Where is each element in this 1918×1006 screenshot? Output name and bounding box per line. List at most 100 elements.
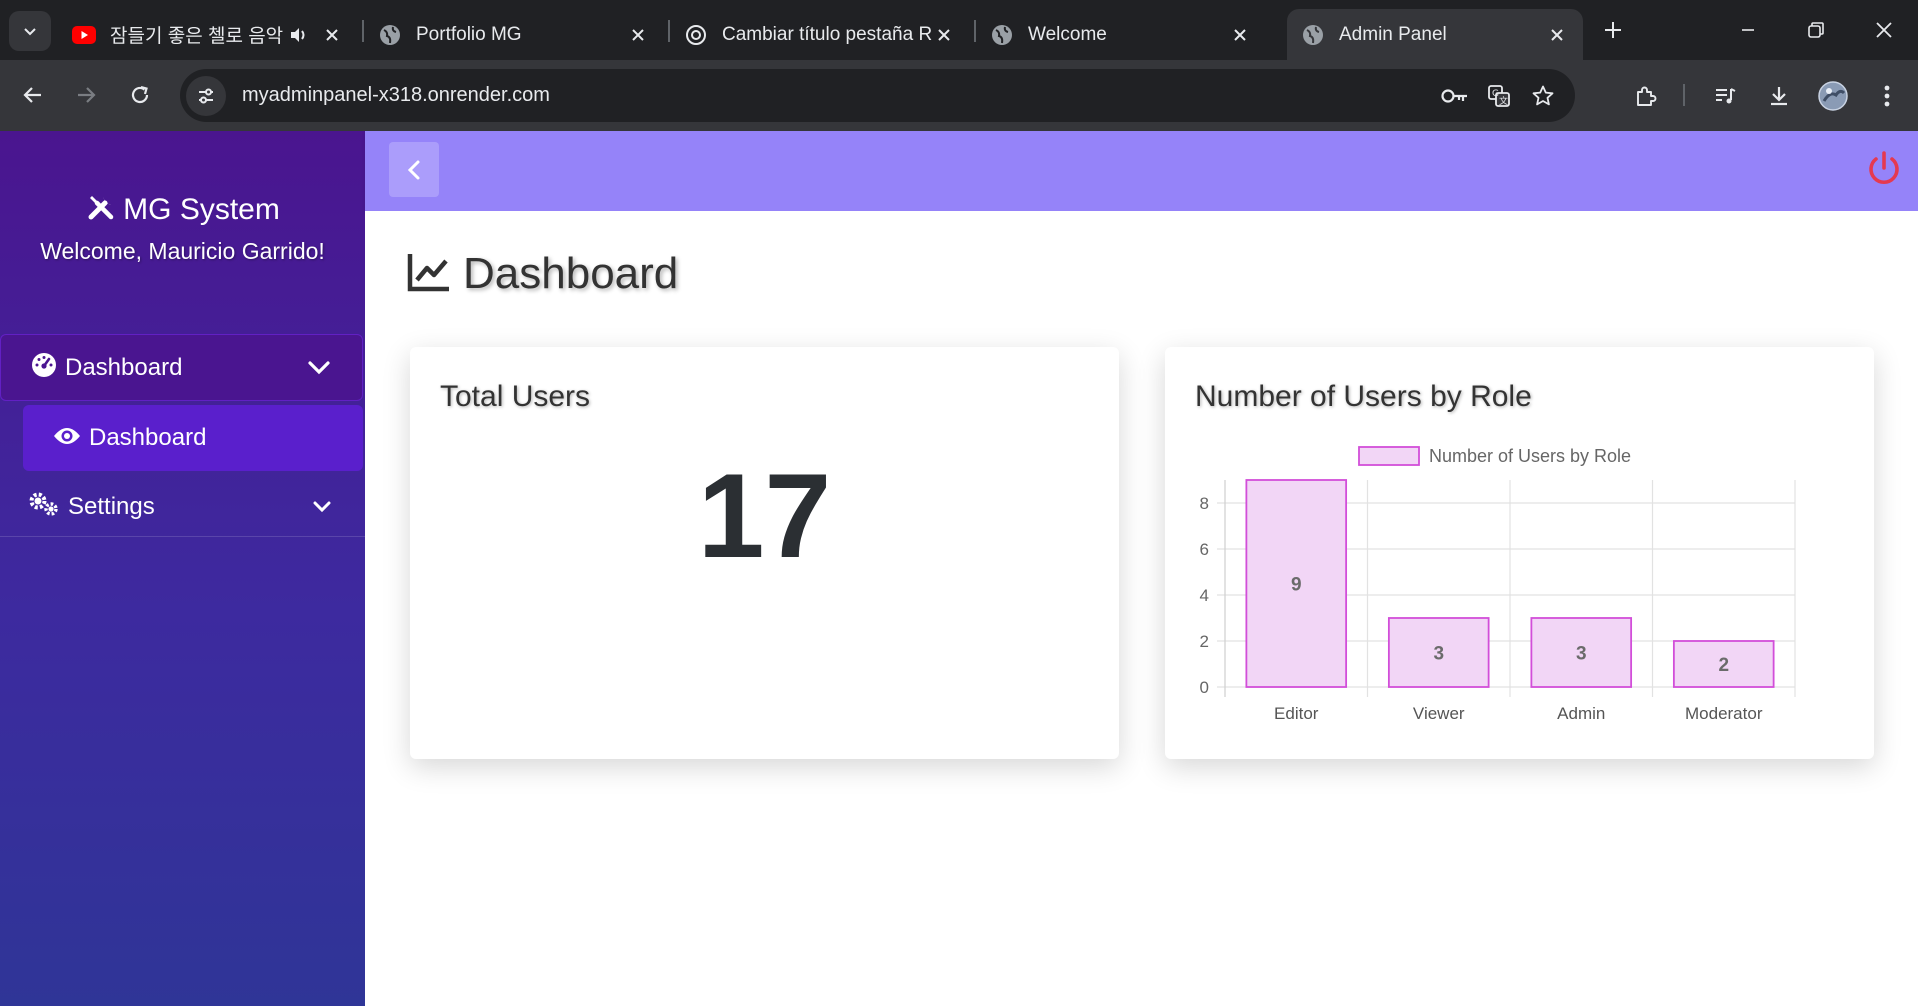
x-tick-label: Moderator (1685, 704, 1763, 723)
arrow-left-icon (23, 87, 41, 103)
bar-value-label: 9 (1291, 575, 1302, 596)
total-users-card: Total Users 17 (410, 347, 1119, 759)
sidebar: MG System Welcome, Mauricio Garrido! Das… (0, 131, 365, 1006)
browser-tab[interactable]: Welcome (976, 9, 1266, 60)
brand-row: MG System (0, 191, 365, 228)
users-by-role-chart: 0 2 4 6 8 9 Editor 3 Viewer 3 Admin 2 Moderator Numbe… (1200, 446, 1796, 723)
welcome-text: Welcome, Mauricio Garrido! (40, 238, 325, 264)
bookmark-star-icon[interactable] (1521, 74, 1565, 118)
power-icon (1869, 151, 1899, 185)
browser-tab[interactable]: Cambiar título pestaña React (670, 9, 970, 60)
tab-title: Cambiar título pestaña React (722, 23, 932, 45)
back-button[interactable] (14, 76, 52, 114)
arrow-right-icon (78, 87, 96, 103)
chevron-left-icon (407, 160, 420, 179)
x-tick-label: Admin (1557, 704, 1605, 723)
chatgpt-icon (684, 23, 708, 47)
x-tick-label: Viewer (1413, 704, 1465, 723)
reload-button[interactable] (121, 76, 159, 114)
brand-title: MG System (123, 192, 280, 226)
users-by-role-card: Number of Users by Role 0 2 4 6 8 9 Editor 3 Vie… (1165, 347, 1874, 759)
chevron-down-icon (24, 28, 36, 36)
y-tick-label: 2 (1200, 632, 1209, 651)
tab-search-button[interactable] (9, 11, 51, 51)
tools-icon (85, 191, 117, 228)
browser-toolbar: myadminpanel-x318.onrender.com G文 (0, 60, 1918, 131)
sidebar-group-settings[interactable]: Settings (0, 477, 365, 537)
bar-value-label: 3 (1576, 644, 1587, 665)
browser-tab-active[interactable]: Admin Panel (1287, 9, 1583, 60)
tab-title: Admin Panel (1339, 23, 1447, 45)
more-menu-icon[interactable] (1867, 76, 1907, 116)
sidebar-group-label: Dashboard (65, 353, 183, 381)
line-chart-icon (407, 252, 451, 297)
gauge-icon (31, 352, 57, 383)
minimize-icon (1742, 29, 1754, 31)
page-viewport: MG System Welcome, Mauricio Garrido! Das… (0, 131, 1918, 1006)
page-title: Dashboard (407, 249, 678, 299)
tab-title: Portfolio MG (416, 23, 522, 45)
page-title-text: Dashboard (463, 249, 679, 298)
browser-tab[interactable]: 잠들기 좋은 첼로 음악 (58, 9, 358, 60)
tune-icon (199, 88, 213, 103)
new-tab-button[interactable] (1597, 14, 1629, 46)
address-bar[interactable]: myadminpanel-x318.onrender.com G文 (180, 69, 1575, 122)
restore-icon (1808, 22, 1824, 38)
sidebar-group-label: Settings (68, 492, 155, 520)
profile-avatar[interactable] (1813, 76, 1853, 116)
tab-title: 잠들기 좋은 첼로 음악 (110, 26, 284, 47)
sidebar-brand: MG System Welcome, Mauricio Garrido! (0, 191, 365, 265)
y-tick-label: 6 (1200, 540, 1209, 559)
chevron-down-icon (304, 353, 334, 383)
globe-icon (1301, 23, 1325, 47)
translate-icon[interactable]: G文 (1477, 74, 1521, 118)
site-info-button[interactable] (186, 75, 226, 116)
browser-tab-strip: 잠들기 좋은 첼로 음악 Portfolio MG Cambiar título… (0, 0, 1918, 60)
legend-label: Number of Users by Role (1429, 446, 1631, 466)
main-content: Dashboard Total Users 17 Number of Users… (365, 211, 1918, 1006)
cogs-icon (28, 491, 60, 522)
close-icon (1876, 22, 1892, 38)
reload-icon (131, 85, 149, 104)
close-tab-icon[interactable] (932, 23, 956, 47)
download-icon[interactable] (1759, 76, 1799, 116)
close-tab-icon[interactable] (1228, 23, 1252, 47)
total-users-value: 17 (697, 449, 832, 583)
url-text[interactable]: myadminpanel-x318.onrender.com (242, 84, 1433, 107)
y-tick-label: 4 (1200, 586, 1209, 605)
close-tab-icon[interactable] (1545, 23, 1569, 47)
browser-tab[interactable]: Portfolio MG (364, 9, 664, 60)
password-key-icon[interactable] (1433, 74, 1477, 118)
globe-icon (990, 23, 1014, 47)
chevron-down-icon (307, 492, 337, 522)
minimize-button[interactable] (1728, 12, 1768, 48)
youtube-icon (72, 23, 96, 47)
speaker-icon[interactable] (286, 23, 310, 47)
bar-value-label: 3 (1433, 644, 1444, 665)
sidebar-item-label: Dashboard (89, 424, 207, 451)
close-tab-icon[interactable] (320, 23, 344, 47)
tab-title: Welcome (1028, 23, 1107, 45)
sidebar-group-dashboard[interactable]: Dashboard (0, 334, 363, 401)
close-window-button[interactable] (1864, 12, 1904, 48)
forward-button[interactable] (67, 76, 105, 114)
y-tick-label: 8 (1200, 494, 1209, 513)
globe-icon (378, 23, 402, 47)
sidebar-item-dashboard[interactable]: Dashboard (23, 405, 363, 471)
svg-text:G: G (1492, 89, 1499, 99)
y-tick-label: 0 (1200, 678, 1209, 697)
legend-swatch (1358, 446, 1420, 466)
sidebar-toggle-button[interactable] (389, 142, 439, 197)
media-queue-icon[interactable] (1705, 76, 1745, 116)
card-title: Total Users (440, 380, 591, 413)
x-tick-label: Editor (1274, 704, 1319, 723)
eye-icon (53, 426, 81, 451)
plus-icon (1605, 22, 1621, 38)
close-tab-icon[interactable] (626, 23, 650, 47)
bar-value-label: 2 (1718, 655, 1729, 676)
extensions-icon[interactable] (1626, 76, 1666, 116)
top-bar (365, 131, 1918, 211)
logout-button[interactable] (1864, 149, 1904, 189)
svg-text:文: 文 (1499, 95, 1508, 107)
restore-button[interactable] (1796, 12, 1836, 48)
